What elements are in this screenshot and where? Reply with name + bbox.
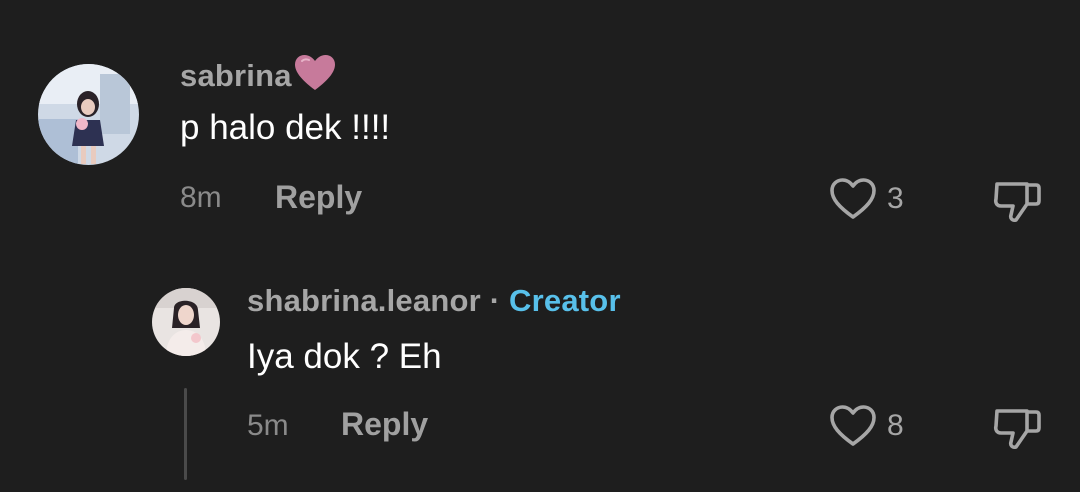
avatar-photo <box>38 64 139 165</box>
like-button[interactable] <box>829 176 877 227</box>
heart-emoji-icon <box>294 54 336 100</box>
thumbs-down-icon <box>993 409 1041 449</box>
separator-dot: · <box>489 283 501 318</box>
thread-line <box>184 388 187 480</box>
reply-username-row: shabrina.leanor · Creator <box>247 283 621 319</box>
reply-button[interactable]: Reply <box>341 406 428 443</box>
creator-badge: Creator <box>509 283 621 318</box>
creator-avatar[interactable] <box>152 288 220 356</box>
like-button[interactable] <box>829 403 877 454</box>
reply-timestamp: 5m <box>247 409 289 442</box>
dislike-button[interactable] <box>992 405 1042 456</box>
reply-button[interactable]: Reply <box>275 179 362 216</box>
username-text: sabrina <box>180 58 292 93</box>
thumbs-down-icon <box>993 182 1041 222</box>
like-count: 8 <box>887 409 904 442</box>
dislike-button[interactable] <box>992 178 1042 229</box>
avatar-photo <box>152 288 220 356</box>
comment-timestamp: 8m <box>180 181 222 214</box>
heart-outline-icon <box>830 178 876 219</box>
commenter-avatar[interactable] <box>38 64 139 165</box>
reply-text: Iya dok ? Eh <box>247 337 442 376</box>
comment-username[interactable]: sabrina <box>180 54 336 100</box>
like-count: 3 <box>887 182 904 215</box>
comment-text: p halo dek !!!! <box>180 108 391 147</box>
creator-username[interactable]: shabrina.leanor <box>247 283 481 318</box>
heart-outline-icon <box>830 405 876 446</box>
